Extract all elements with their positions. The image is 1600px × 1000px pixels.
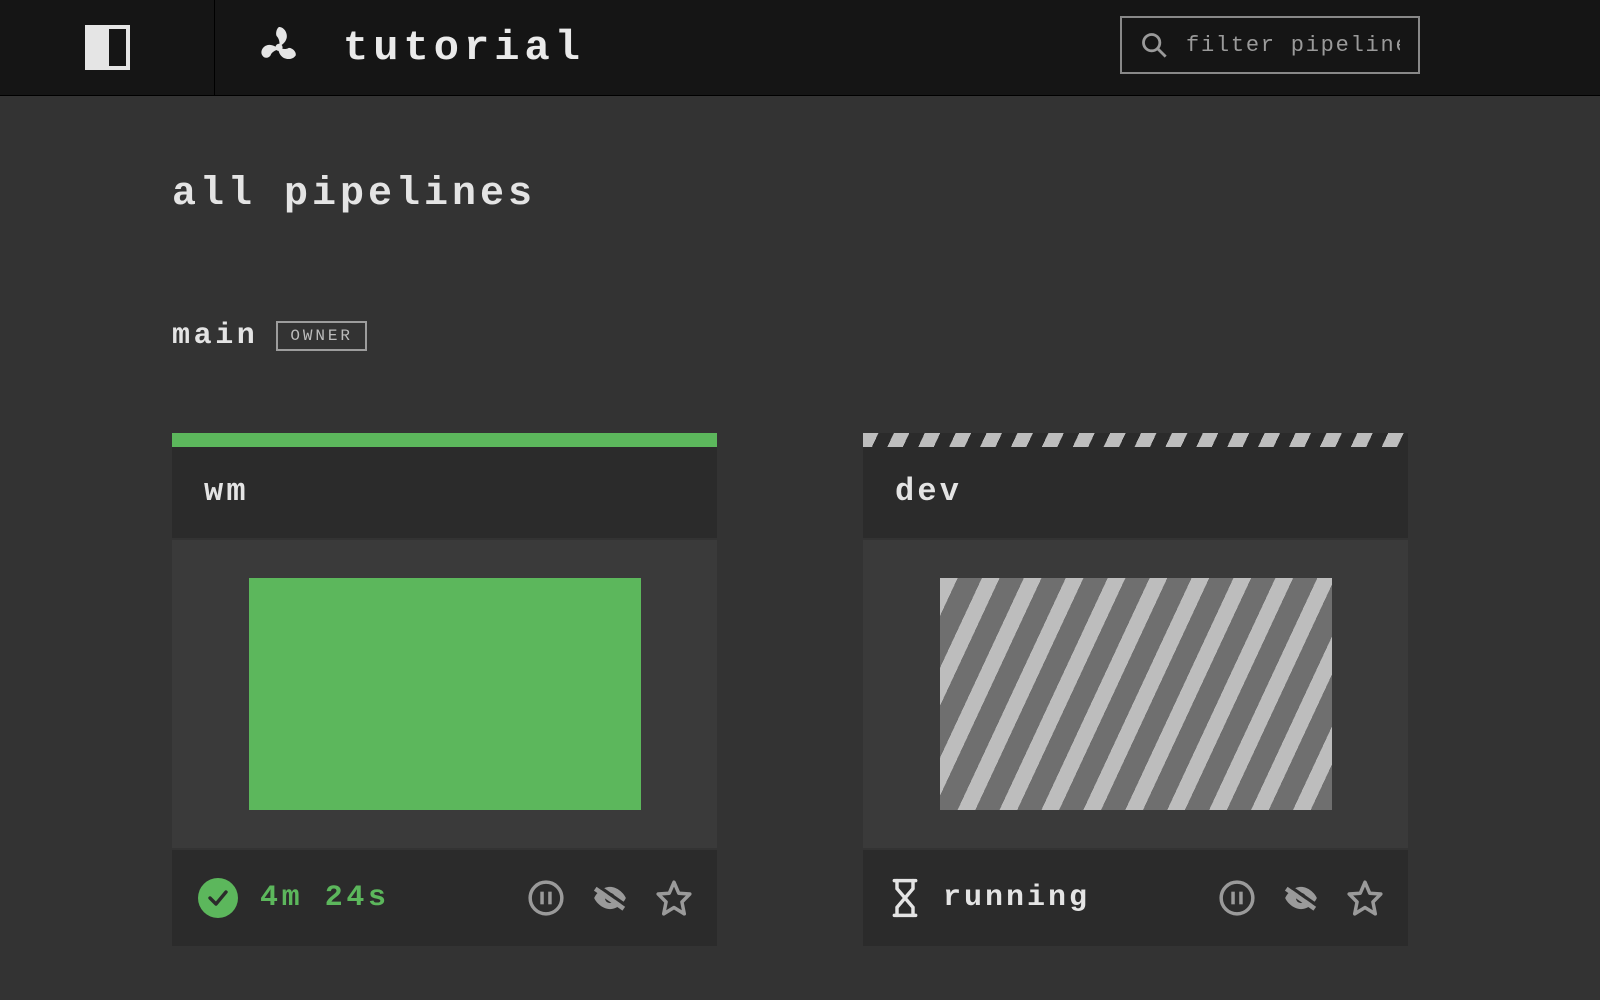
- concourse-logo-icon: [249, 18, 309, 78]
- search-icon: [1140, 31, 1168, 59]
- owner-badge: OWNER: [276, 321, 366, 351]
- pipeline-name: wm: [204, 473, 685, 510]
- pipeline-name: dev: [895, 473, 1376, 510]
- card-accent-bar: [863, 433, 1408, 447]
- section-heading: all pipelines: [172, 172, 1600, 217]
- pipeline-preview: [863, 540, 1408, 850]
- check-circle-icon: [198, 878, 238, 918]
- card-header: wm: [172, 447, 717, 540]
- star-icon[interactable]: [655, 879, 693, 917]
- card-accent-bar: [172, 433, 717, 447]
- pause-icon[interactable]: [527, 879, 565, 917]
- brand[interactable]: tutorial: [215, 18, 585, 78]
- pipeline-preview: [172, 540, 717, 850]
- page-title: tutorial: [343, 24, 585, 72]
- card-header: dev: [863, 447, 1408, 540]
- pipeline-preview-job: [940, 578, 1332, 810]
- page-body: all pipelines main OWNER wm 4: [0, 96, 1600, 946]
- card-footer: 4m 24s: [172, 850, 717, 946]
- pipeline-duration: 4m 24s: [260, 881, 390, 915]
- pause-icon[interactable]: [1218, 879, 1256, 917]
- pipeline-card-wm[interactable]: wm 4m 24s: [172, 433, 717, 946]
- sidebar-toggle-icon: [85, 25, 130, 70]
- sidebar-toggle[interactable]: [0, 0, 215, 96]
- star-icon[interactable]: [1346, 879, 1384, 917]
- team-header: main OWNER: [172, 319, 1600, 353]
- eye-off-icon[interactable]: [1282, 879, 1320, 917]
- team-name: main: [172, 319, 258, 353]
- pipeline-card-grid: wm 4m 24s: [172, 433, 1600, 946]
- pipeline-card-dev[interactable]: dev running: [863, 433, 1408, 946]
- eye-off-icon[interactable]: [591, 879, 629, 917]
- hourglass-icon: [889, 878, 921, 918]
- topbar: tutorial: [0, 0, 1600, 96]
- search-input[interactable]: [1186, 33, 1400, 58]
- card-footer: running: [863, 850, 1408, 946]
- pipeline-preview-job: [249, 578, 641, 810]
- pipeline-status-text: running: [943, 881, 1090, 915]
- search-box[interactable]: [1120, 16, 1420, 74]
